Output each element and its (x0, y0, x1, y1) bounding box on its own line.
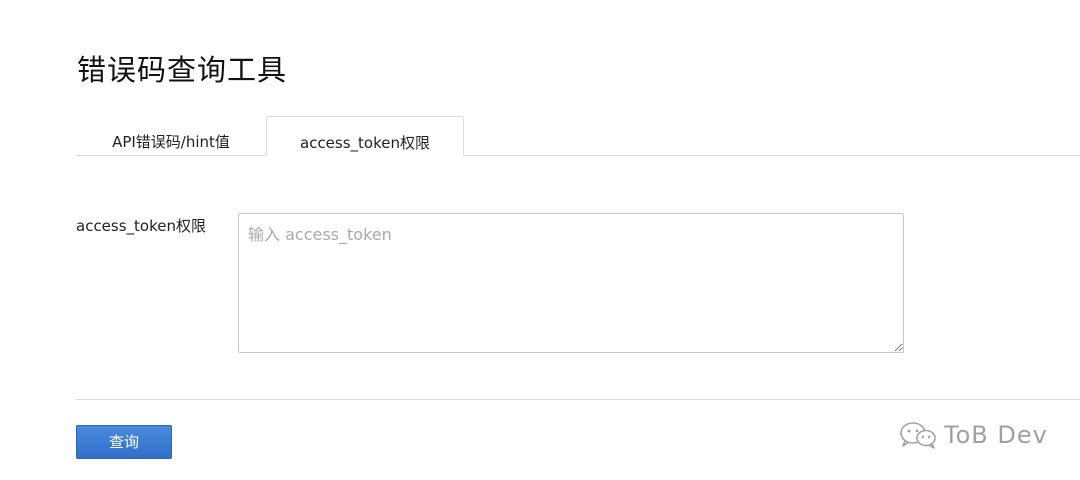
query-button[interactable]: 查询 (76, 425, 172, 459)
watermark: ToB Dev (898, 418, 1048, 452)
access-token-label: access_token权限 (76, 217, 206, 235)
tab-api-error-code[interactable]: API错误码/hint值 (76, 116, 266, 154)
access-token-textarea[interactable] (238, 213, 904, 353)
divider (76, 399, 1080, 400)
page: 错误码查询工具 API错误码/hint值 access_token权限 acce… (0, 0, 1080, 480)
tab-access-token[interactable]: access_token权限 (266, 116, 464, 156)
wechat-icon (900, 422, 936, 449)
tab-bar: API错误码/hint值 access_token权限 (76, 116, 1080, 156)
page-title: 错误码查询工具 (77, 53, 288, 87)
watermark-text: ToB Dev (944, 421, 1048, 449)
